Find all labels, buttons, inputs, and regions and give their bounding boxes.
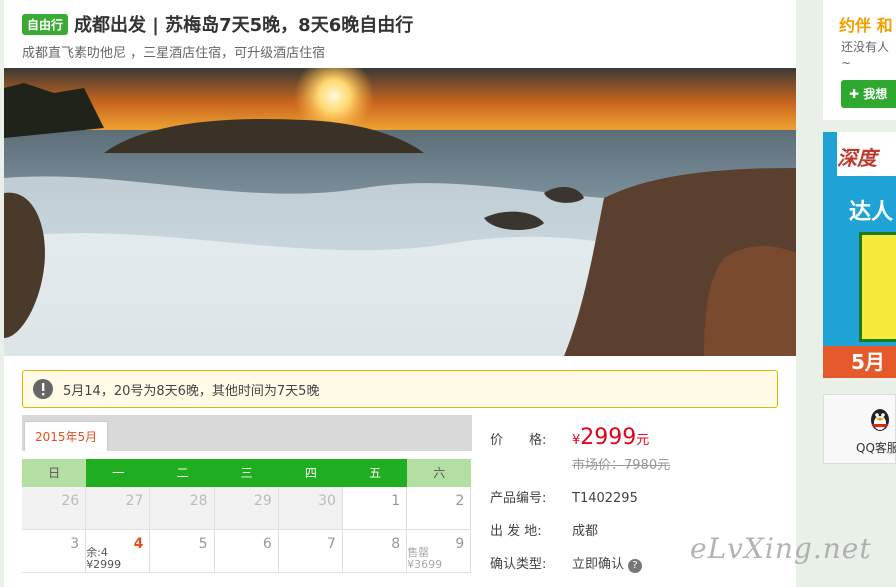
weekday-label: 六: [407, 459, 472, 487]
calendar-day: 27: [86, 487, 151, 530]
code-label: 产品编号:: [490, 491, 547, 506]
price-calendar: 2015年5月 日 一 二 三 四 五 六 26 27 28 29 30 1 2…: [22, 415, 472, 587]
help-icon[interactable]: ?: [628, 559, 643, 573]
ad-text-top: 深度: [837, 132, 896, 176]
plus-icon: ✚: [849, 87, 864, 101]
calendar-day-soldout: 9 售罄 ¥3699: [407, 530, 472, 573]
calendar-day[interactable]: 5: [150, 530, 215, 573]
right-sidebar: 约伴 和 还没有人 ~ ✚ 我想 深度 达人 5月 QQ客服: [823, 0, 896, 587]
day-price: ¥3699: [407, 558, 443, 571]
ad-text-middle: 达人: [849, 200, 894, 225]
day-number: 4: [133, 536, 144, 552]
notice-bar: 5月14，20号为8天6晚，其他时间为7天5晚: [22, 370, 778, 408]
companion-logo: 约伴 和: [839, 16, 893, 35]
weekday-label: 二: [150, 459, 215, 487]
day-price: ¥2999: [86, 558, 122, 571]
page-title: 成都出发 | 苏梅岛7天5晚，8天6晚自由行: [74, 15, 414, 36]
calendar-day[interactable]: 6: [214, 530, 279, 573]
weekday-label: 五: [342, 459, 408, 487]
tab-month[interactable]: 2015年5月: [24, 421, 109, 451]
calendar-day[interactable]: 1: [342, 487, 408, 530]
weekday-row: 日 一 二 三 四 五 六: [22, 459, 472, 487]
calendar-day: 26: [22, 487, 87, 530]
weekday-label: 三: [214, 459, 279, 487]
calendar-day[interactable]: 8: [342, 530, 408, 573]
weekday-label: 一: [86, 459, 151, 487]
title-row: 自由行 成都出发 | 苏梅岛7天5晚，8天6晚自由行: [22, 12, 413, 36]
price-value: ¥2999元: [572, 425, 650, 450]
companion-box: 约伴 和 还没有人 ~ ✚ 我想: [823, 0, 896, 120]
companion-text: 还没有人: [841, 40, 890, 54]
calendar-header: 2015年5月: [22, 415, 472, 451]
price-label: 价 格:: [490, 433, 547, 448]
calendar-day: 30: [278, 487, 343, 530]
ad-yellow-block: [859, 232, 896, 342]
qq-penguin-icon: [871, 409, 889, 431]
product-panel: 自由行 成都出发 | 苏梅岛7天5晚，8天6晚自由行 成都直飞素叻他尼 ，三星酒…: [4, 0, 796, 587]
weekday-label: 四: [278, 459, 343, 487]
code-row: 产品编号: T1402295: [490, 487, 790, 506]
calendar-day: 28: [150, 487, 215, 530]
companion-tilde: ~: [841, 56, 852, 70]
price-row: 价 格: ¥2999元: [490, 425, 790, 450]
qq-service-box[interactable]: QQ客服: [823, 394, 896, 464]
want-button[interactable]: ✚ 我想: [841, 80, 896, 108]
product-type-badge: 自由行: [22, 13, 69, 35]
notice-text: 5月14，20号为8天6晚，其他时间为7天5晚: [63, 383, 320, 399]
departure-city: 成都: [572, 524, 599, 539]
watermark: eLvXing.net: [690, 532, 872, 565]
product-subtitle: 成都直飞素叻他尼 ，三星酒店住宿，可升级酒店住宿: [22, 46, 326, 61]
weekday-label: 日: [22, 459, 87, 487]
alert-icon: [23, 371, 63, 407]
day-number: 9: [455, 536, 465, 552]
calendar-day-available[interactable]: 4 余:4 ¥2999: [86, 530, 151, 573]
ad-text-bottom: 5月: [823, 346, 896, 378]
qq-label: QQ客服: [856, 441, 896, 455]
calendar-day[interactable]: 3: [22, 530, 87, 573]
calendar-day[interactable]: 2: [407, 487, 472, 530]
confirm-type: 立即确认: [572, 557, 625, 572]
departure-label: 出 发 地:: [490, 524, 542, 539]
ad-banner[interactable]: 深度 达人 5月: [823, 132, 896, 378]
calendar-day: 29: [214, 487, 279, 530]
banner-image: [4, 68, 796, 356]
product-code: T1402295: [572, 491, 638, 506]
calendar-day[interactable]: 7: [278, 530, 343, 573]
market-price: 市场价：7980元: [572, 458, 671, 473]
calendar-days: 26 27 28 29 30 1 2 3 4 余:4 ¥2999 5 6 7 8…: [22, 487, 472, 573]
confirm-label: 确认类型:: [490, 557, 547, 572]
